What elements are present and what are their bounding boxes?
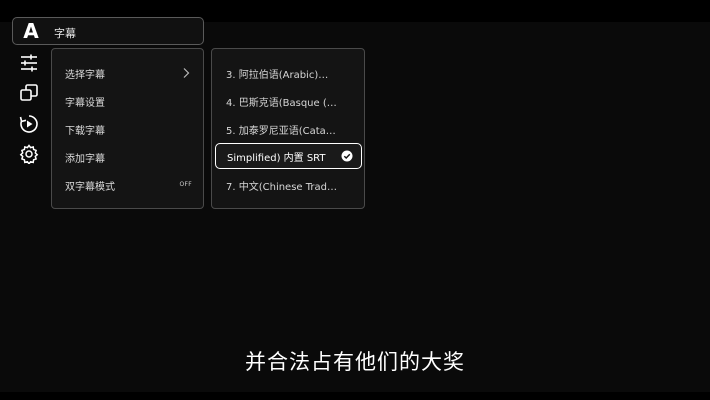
subtitle-track-label: 3. 阿拉伯语(Arabic)… bbox=[226, 69, 329, 81]
video-subtitle-text: 并合法占有他们的大奖 bbox=[245, 350, 465, 374]
subtitle-track-label: 7. 中文(Chinese Trad… bbox=[226, 181, 337, 193]
menu-item-download-subtitle[interactable]: 下载字幕 bbox=[52, 119, 203, 139]
menu-item-label: 双字幕模式 bbox=[65, 181, 115, 193]
menu-item-add-subtitle[interactable]: 添加字幕 bbox=[52, 147, 203, 167]
menu-item-select-subtitle[interactable]: 选择字幕 bbox=[52, 63, 203, 83]
check-circle-icon bbox=[341, 150, 353, 162]
subtitle-menu-panel: 选择字幕 字幕设置 下载字幕 添加字幕 双字幕模式 OFF bbox=[51, 48, 204, 209]
subtitle-track-label: 4. 巴斯克语(Basque (… bbox=[226, 97, 337, 109]
sliders-icon[interactable] bbox=[18, 52, 40, 74]
chevron-right-icon bbox=[181, 67, 191, 79]
subtitle-track-item[interactable]: 7. 中文(Chinese Trad… bbox=[212, 175, 364, 195]
subtitle-track-item-selected[interactable]: Simplified) 内置 SRT bbox=[215, 143, 362, 169]
app-logo-icon: A bbox=[23, 19, 39, 43]
subtitle-track-label: Simplified) 内置 SRT bbox=[227, 152, 326, 164]
subtitle-menu-header[interactable]: A 字幕 bbox=[12, 17, 204, 45]
subtitle-track-label: 5. 加泰罗尼亚语(Cata… bbox=[226, 125, 336, 137]
menu-item-dual-subtitle-mode[interactable]: 双字幕模式 OFF bbox=[52, 175, 203, 195]
gear-icon[interactable] bbox=[18, 143, 40, 165]
menu-item-subtitle-settings[interactable]: 字幕设置 bbox=[52, 91, 203, 111]
header-title: 字幕 bbox=[54, 27, 76, 40]
menu-item-label: 添加字幕 bbox=[65, 153, 105, 165]
subtitle-track-item[interactable]: 3. 阿拉伯语(Arabic)… bbox=[212, 63, 364, 83]
windows-icon[interactable] bbox=[18, 82, 40, 104]
subtitle-track-item[interactable]: 5. 加泰罗尼亚语(Cata… bbox=[212, 119, 364, 139]
replay-speed-icon[interactable] bbox=[18, 113, 40, 135]
subtitle-track-list: 3. 阿拉伯语(Arabic)… 4. 巴斯克语(Basque (… 5. 加泰… bbox=[211, 48, 365, 209]
menu-item-label: 选择字幕 bbox=[65, 69, 105, 81]
menu-item-label: 字幕设置 bbox=[65, 97, 105, 109]
subtitle-track-item[interactable]: 4. 巴斯克语(Basque (… bbox=[212, 91, 364, 111]
menu-item-label: 下载字幕 bbox=[65, 125, 105, 137]
toggle-state-badge: OFF bbox=[179, 181, 192, 188]
